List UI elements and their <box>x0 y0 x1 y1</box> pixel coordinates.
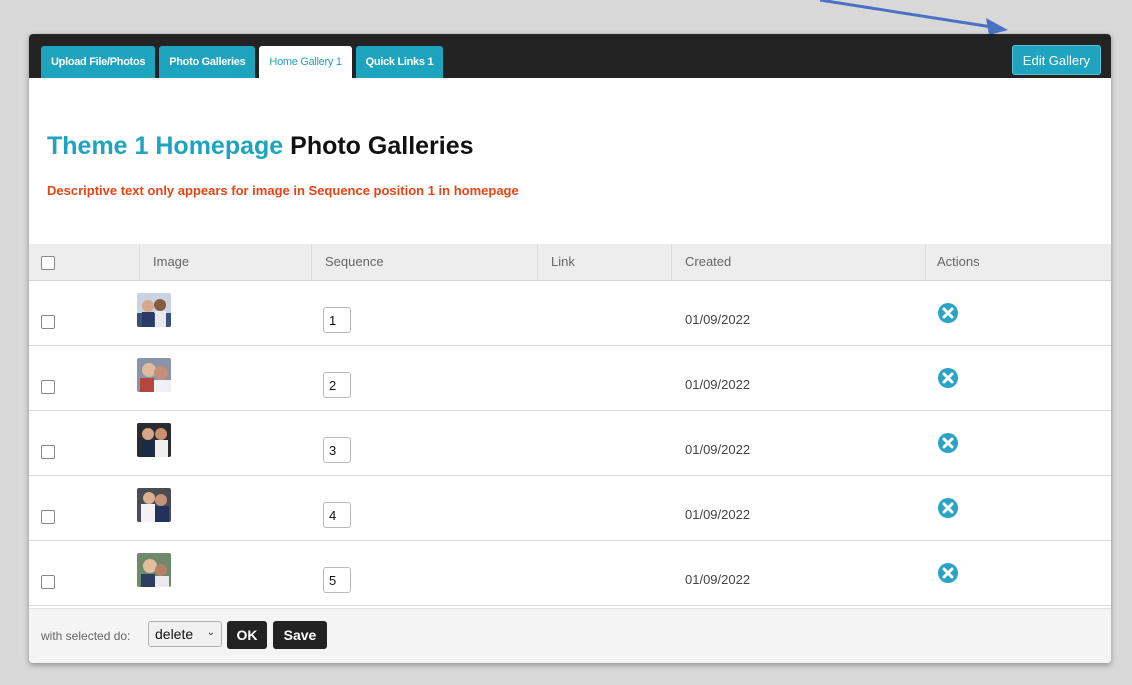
table-row: 01/09/2022 <box>29 346 1111 411</box>
circle-x-icon[interactable] <box>937 497 959 519</box>
page-title-rest: Photo Galleries <box>290 132 474 160</box>
column-header-image: Image <box>153 254 190 269</box>
chevron-down-icon: ⌄ <box>206 627 215 638</box>
photo-image <box>137 553 171 587</box>
tab-bar: Upload File/Photos Photo Galleries Home … <box>29 34 1111 78</box>
created-date: 01/09/2022 <box>685 377 751 392</box>
photo-image <box>137 423 171 457</box>
select-all-checkbox[interactable] <box>41 256 55 270</box>
created-date: 01/09/2022 <box>685 572 751 587</box>
bulk-action-selected-value: delete <box>155 626 194 642</box>
column-divider <box>311 244 312 280</box>
table-row: 01/09/2022 <box>29 476 1111 541</box>
gallery-photo-thumbnail[interactable] <box>137 293 171 327</box>
photo-image <box>137 488 171 522</box>
page-title-accent: Theme 1 Homepage <box>47 132 284 160</box>
table-row: 01/09/2022 <box>29 541 1111 606</box>
created-date: 01/09/2022 <box>685 442 751 457</box>
tab-quick-links-1[interactable]: Quick Links 1 <box>355 46 444 78</box>
row-checkbox[interactable] <box>41 510 55 524</box>
save-button[interactable]: Save <box>273 621 327 649</box>
tab-list: Upload File/Photos Photo Galleries Home … <box>41 46 444 78</box>
sequence-input[interactable] <box>323 567 351 593</box>
table-header: Image Sequence Link Created Actions <box>29 244 1111 281</box>
bulk-action-select[interactable]: delete ⌄ <box>148 621 222 647</box>
tab-home-gallery-1[interactable]: Home Gallery 1 <box>259 46 352 78</box>
tab-photo-galleries[interactable]: Photo Galleries <box>159 46 256 78</box>
gallery-photo-thumbnail[interactable] <box>137 358 171 392</box>
gallery-photo-thumbnail[interactable] <box>137 423 171 457</box>
column-divider <box>537 244 538 280</box>
table-row: 01/09/2022 <box>29 281 1111 346</box>
sequence-input[interactable] <box>323 307 351 333</box>
circle-x-icon[interactable] <box>937 432 959 454</box>
circle-x-icon[interactable] <box>937 367 959 389</box>
gallery-photo-thumbnail[interactable] <box>137 553 171 587</box>
sequence-notice: Descriptive text only appears for image … <box>47 183 519 198</box>
bulk-actions-bar: with selected do: delete ⌄ OK Save <box>29 608 1111 663</box>
column-header-created: Created <box>685 254 732 269</box>
created-date: 01/09/2022 <box>685 507 751 522</box>
page-title: Theme 1 Homepage Photo Galleries <box>47 132 474 161</box>
sequence-input[interactable] <box>323 437 351 463</box>
bulk-actions-label: with selected do: <box>41 629 131 643</box>
row-checkbox[interactable] <box>41 445 55 459</box>
column-divider <box>671 244 672 280</box>
ok-button[interactable]: OK <box>227 621 267 649</box>
gallery-panel: Upload File/Photos Photo Galleries Home … <box>29 34 1111 663</box>
photo-image <box>137 358 171 392</box>
gallery-photo-thumbnail[interactable] <box>137 488 171 522</box>
created-date: 01/09/2022 <box>685 312 751 327</box>
row-checkbox[interactable] <box>41 575 55 589</box>
column-divider <box>925 244 926 280</box>
table-row: 01/09/2022 <box>29 411 1111 476</box>
circle-x-icon[interactable] <box>937 302 959 324</box>
row-checkbox[interactable] <box>41 380 55 394</box>
edit-gallery-button[interactable]: Edit Gallery <box>1011 45 1101 75</box>
column-divider <box>139 244 140 280</box>
sequence-input[interactable] <box>323 502 351 528</box>
column-header-actions: Actions <box>937 254 980 269</box>
column-header-sequence: Sequence <box>325 254 384 269</box>
sequence-input[interactable] <box>323 372 351 398</box>
tab-upload-file-photos[interactable]: Upload File/Photos <box>41 46 156 78</box>
row-checkbox[interactable] <box>41 315 55 329</box>
circle-x-icon[interactable] <box>937 562 959 584</box>
column-header-link: Link <box>551 254 575 269</box>
photo-image <box>137 293 171 327</box>
